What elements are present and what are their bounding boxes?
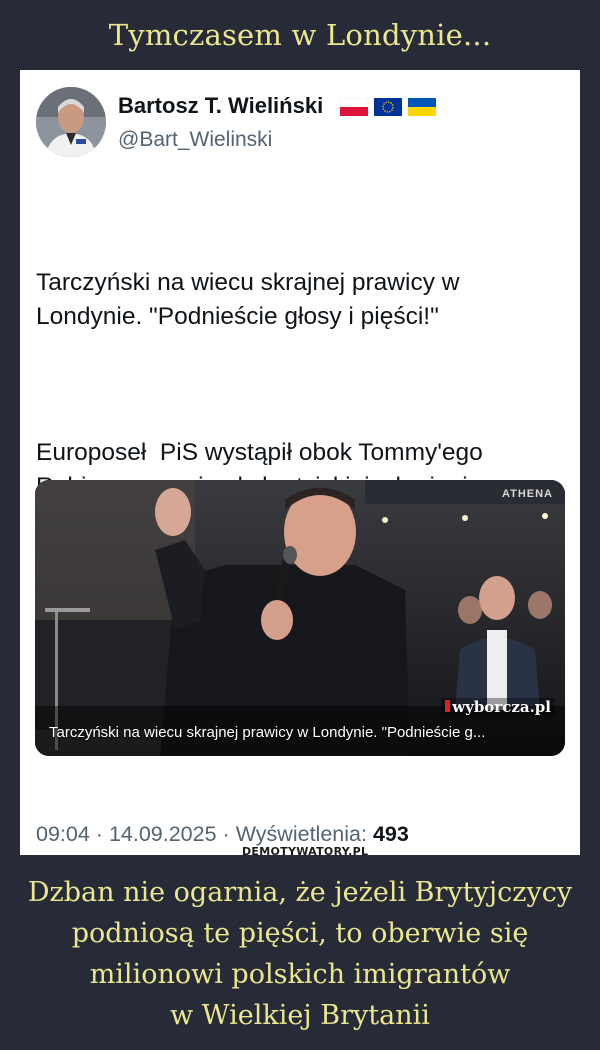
tweet-meta: 09:04 · 14.09.2025 · Wyświetlenia: 493 [36,822,409,847]
tweet-time[interactable]: 09:04 [36,822,90,846]
poland-flag-icon [340,98,368,116]
caption-text: Dzban nie ogarnia, że jeżeli Brytyjczycy… [0,872,600,1036]
meta-separator: · [222,822,230,846]
media-source-label: wyborcza.pl [441,698,555,716]
media-caption: Tarczyński na wiecu skrajnej prawicy w L… [49,724,486,741]
media-source-text: wyborcza.pl [452,698,551,716]
caption-line: milionowi polskich imigrantów [89,959,511,990]
page-title: Tymczasem w Londynie... [108,18,492,52]
caption-line: Dzban nie ogarnia, że jeżeli Brytyjczycy [27,877,573,908]
tweet-media-video[interactable]: ATHENA wyborcza.pl Tarczyński na wiecu s… [35,480,565,756]
video-overlay-logo: ATHENA [501,488,553,500]
eu-flag-icon [374,98,402,116]
caption-line: w Wielkiej Brytanii [170,1000,430,1031]
author-avatar[interactable] [36,87,106,157]
tweet-paragraph: Tarczyński na wiecu skrajnej prawicy w L… [36,269,460,330]
meta-separator: · [95,822,103,846]
views-count: 493 [372,822,409,846]
ukraine-flag-icon [408,98,436,116]
author-name[interactable]: Bartosz T. Wieliński [118,93,323,119]
views-label: Wyświetlenia: [235,822,367,846]
tweet-date[interactable]: 14.09.2025 [109,822,217,846]
source-mark-icon [445,700,451,712]
tweet-card[interactable]: Bartosz T. Wieliński @Bart_Wielinski Tar… [20,70,580,855]
site-watermark: DEMOTYWATORY.PL [242,845,369,855]
author-handle[interactable]: @Bart_Wielinski [118,128,272,152]
caption-line: podniosą te pięści, to oberwie się [71,918,529,949]
